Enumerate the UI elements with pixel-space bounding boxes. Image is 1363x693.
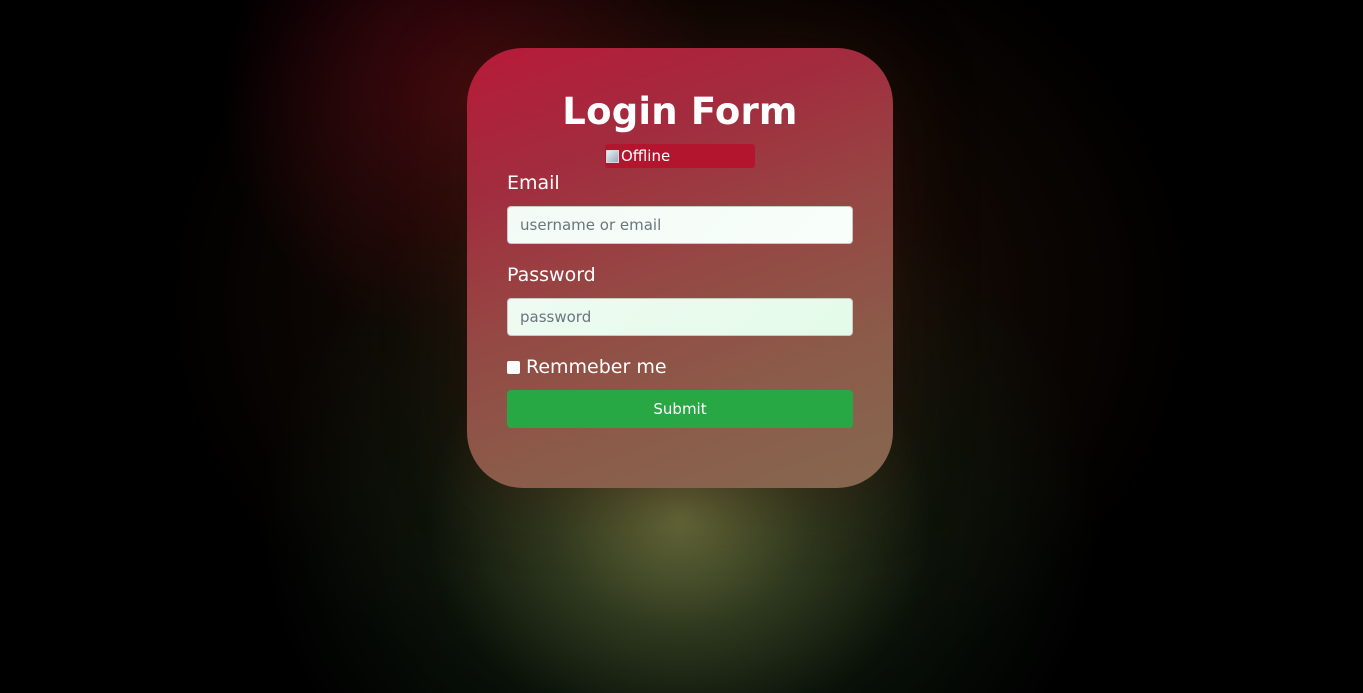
email-label: Email: [507, 172, 560, 194]
password-label: Password: [507, 264, 596, 286]
broken-image-icon: [605, 148, 619, 164]
password-field[interactable]: [507, 298, 853, 336]
status-image: Offline: [605, 144, 755, 168]
remember-me-label: Remmeber me: [526, 356, 667, 378]
remember-me-row: Remmeber me: [507, 356, 667, 378]
submit-button[interactable]: Submit: [507, 390, 853, 428]
login-card: Login Form Offline Email Password Remmeb…: [467, 48, 893, 488]
remember-me-checkbox[interactable]: [507, 360, 520, 374]
page-title: Login Form: [562, 90, 798, 133]
status-image-alt: Offline: [621, 147, 671, 165]
email-field[interactable]: [507, 206, 853, 244]
